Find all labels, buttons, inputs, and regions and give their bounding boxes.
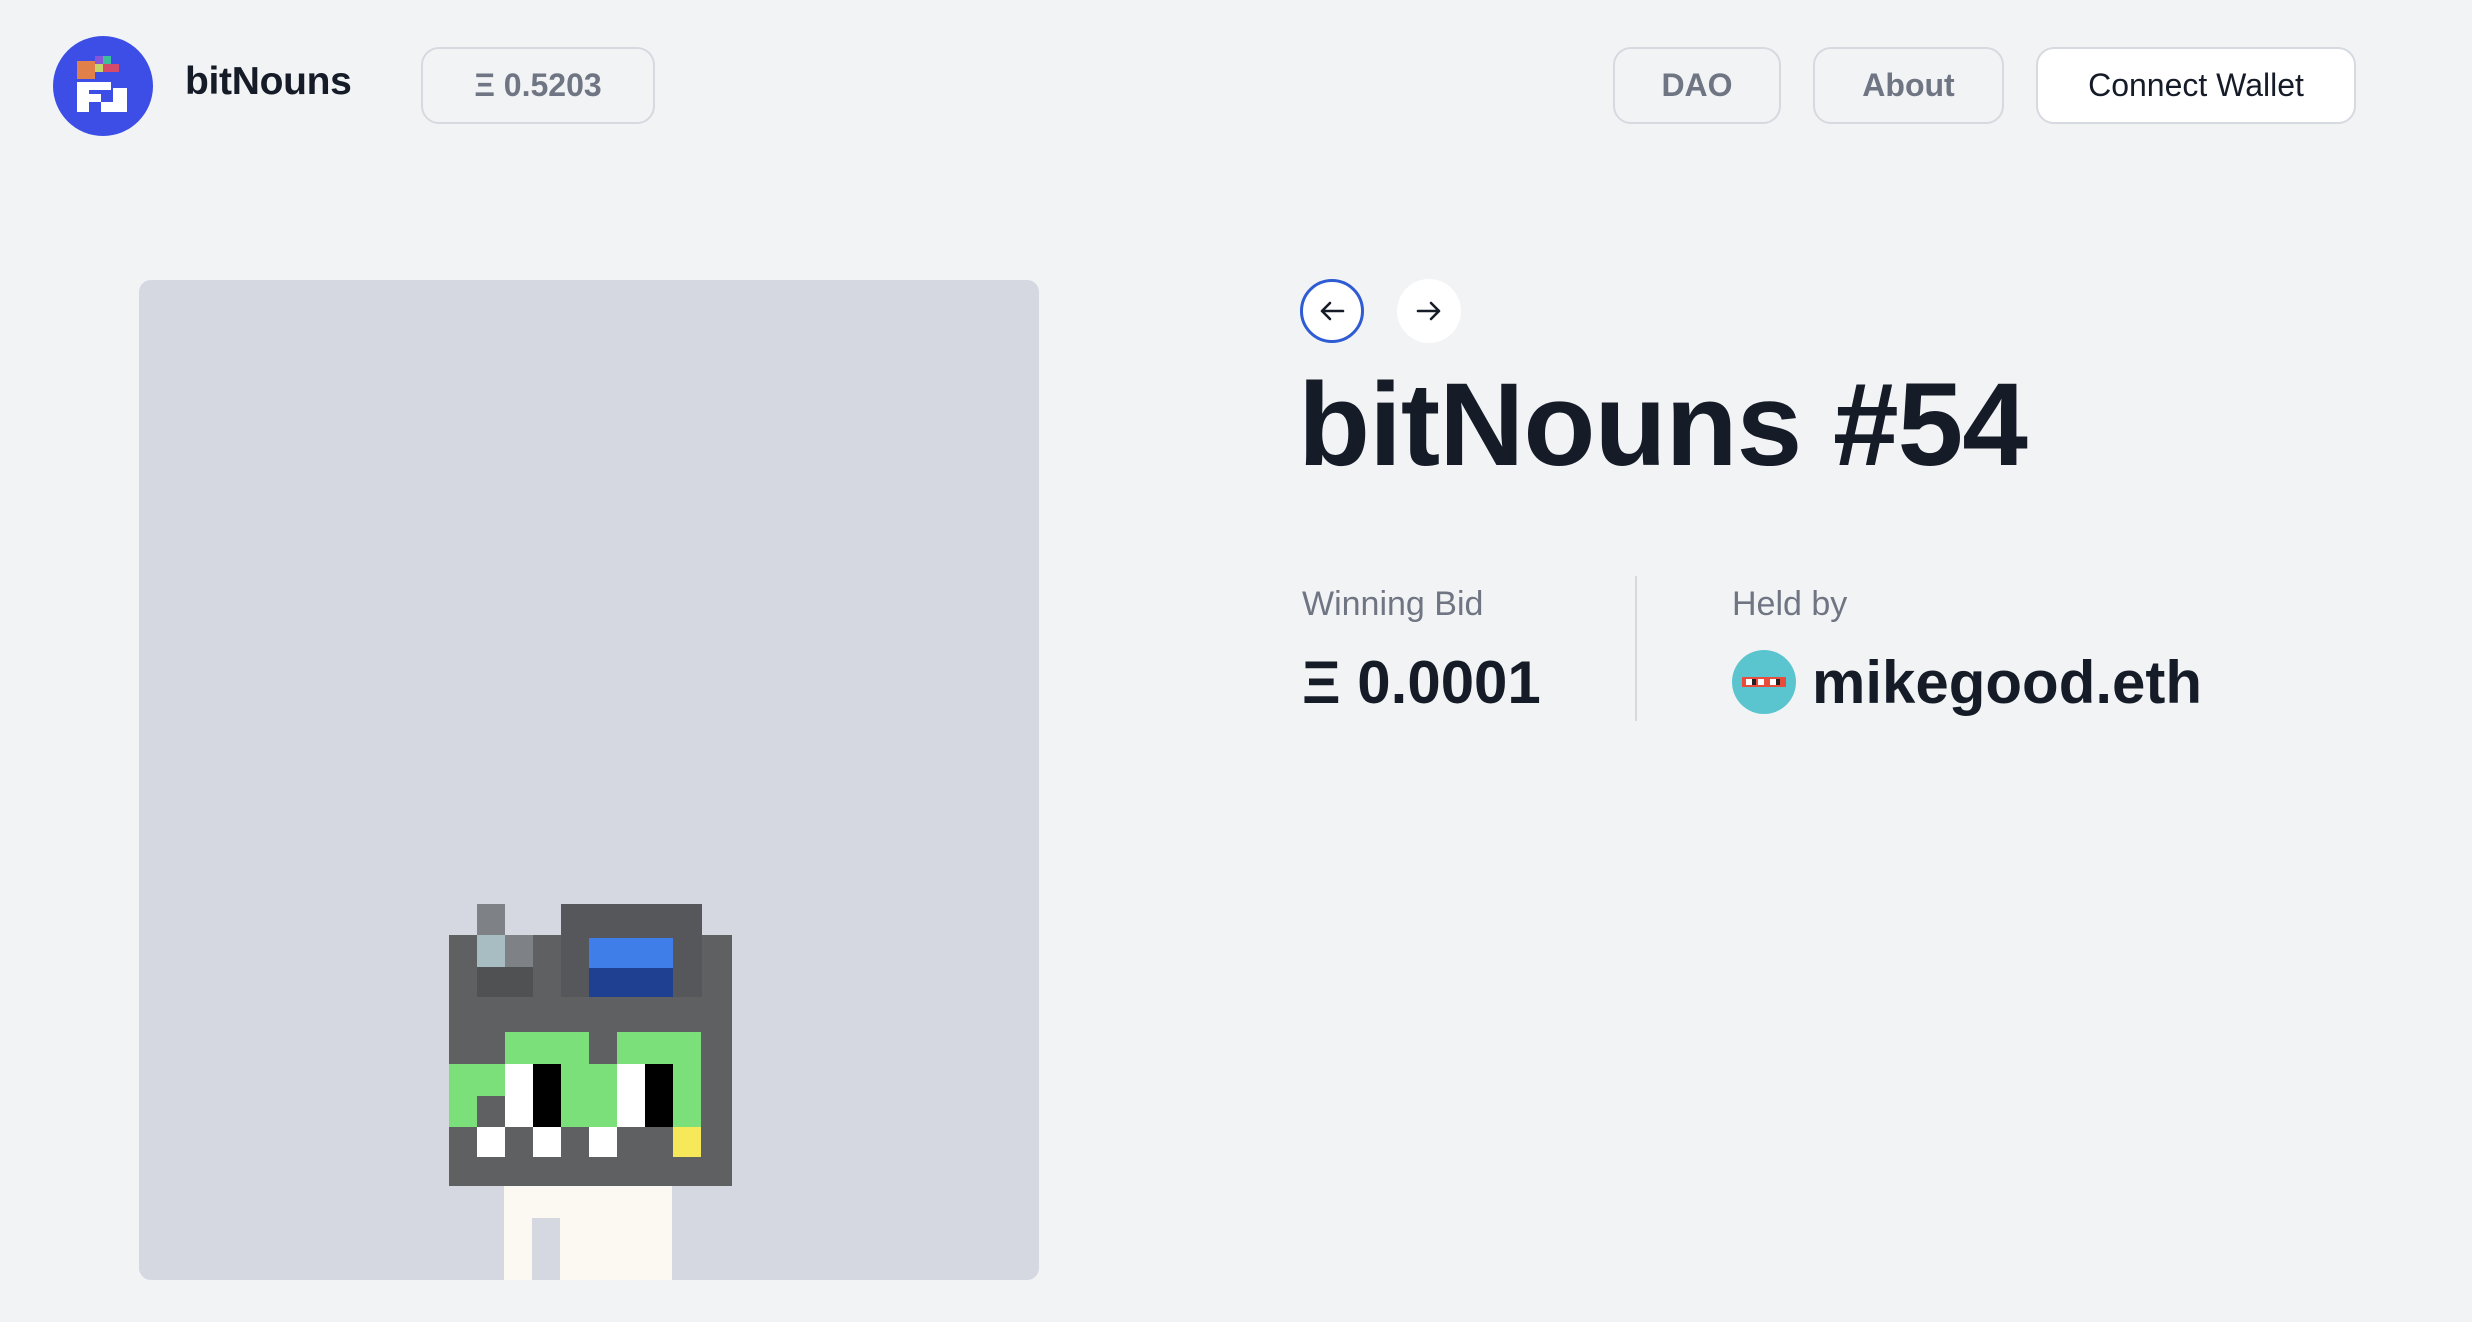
about-button[interactable]: About bbox=[1813, 47, 2004, 124]
holder-name-link[interactable]: mikegood.eth bbox=[1812, 648, 2202, 717]
divider bbox=[1635, 576, 1637, 721]
header: bitNouns Ξ 0.5203 DAO About Connect Wall… bbox=[0, 0, 2472, 175]
noun-pixel-art bbox=[449, 904, 732, 1280]
winning-bid-label: Winning Bid bbox=[1302, 585, 1484, 623]
brand-name[interactable]: bitNouns bbox=[185, 60, 352, 104]
previous-auction-button[interactable] bbox=[1300, 279, 1364, 343]
bitnouns-logo-icon[interactable] bbox=[53, 36, 153, 136]
treasury-balance[interactable]: Ξ 0.5203 bbox=[421, 47, 655, 124]
auction-title: bitNouns #54 bbox=[1298, 359, 2028, 491]
dao-button[interactable]: DAO bbox=[1613, 47, 1781, 124]
arrow-right-icon bbox=[1416, 301, 1441, 321]
winning-bid-value: Ξ 0.0001 bbox=[1302, 649, 1541, 716]
holder-avatar-icon bbox=[1732, 650, 1796, 714]
noun-artwork bbox=[139, 280, 1039, 1280]
held-by-label: Held by bbox=[1732, 585, 1848, 623]
next-auction-button[interactable] bbox=[1397, 279, 1461, 343]
connect-wallet-button[interactable]: Connect Wallet bbox=[2036, 47, 2356, 124]
arrow-left-icon bbox=[1320, 301, 1345, 321]
